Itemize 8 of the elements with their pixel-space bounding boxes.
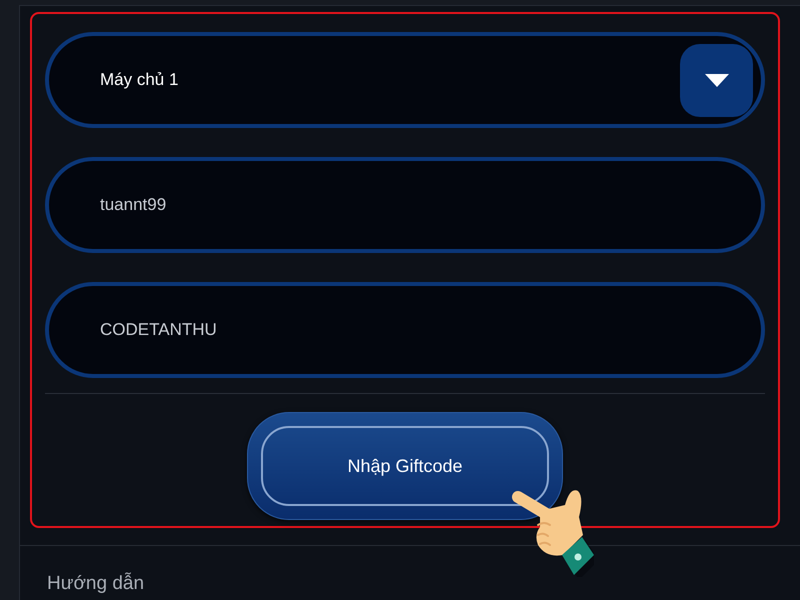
server-select[interactable]: Máy chủ 1: [45, 32, 765, 128]
input-field[interactable]: tuannt99: [45, 157, 765, 253]
caret-down-icon: [704, 74, 728, 86]
input-field[interactable]: CODETANTHU: [45, 282, 765, 378]
submit-giftcode-button[interactable]: Nhập Giftcode: [247, 412, 563, 520]
server-select-value: Máy chủ 1: [100, 70, 178, 90]
guide-title: Hướng dẫn: [47, 573, 144, 594]
dropdown-button[interactable]: [680, 44, 753, 116]
